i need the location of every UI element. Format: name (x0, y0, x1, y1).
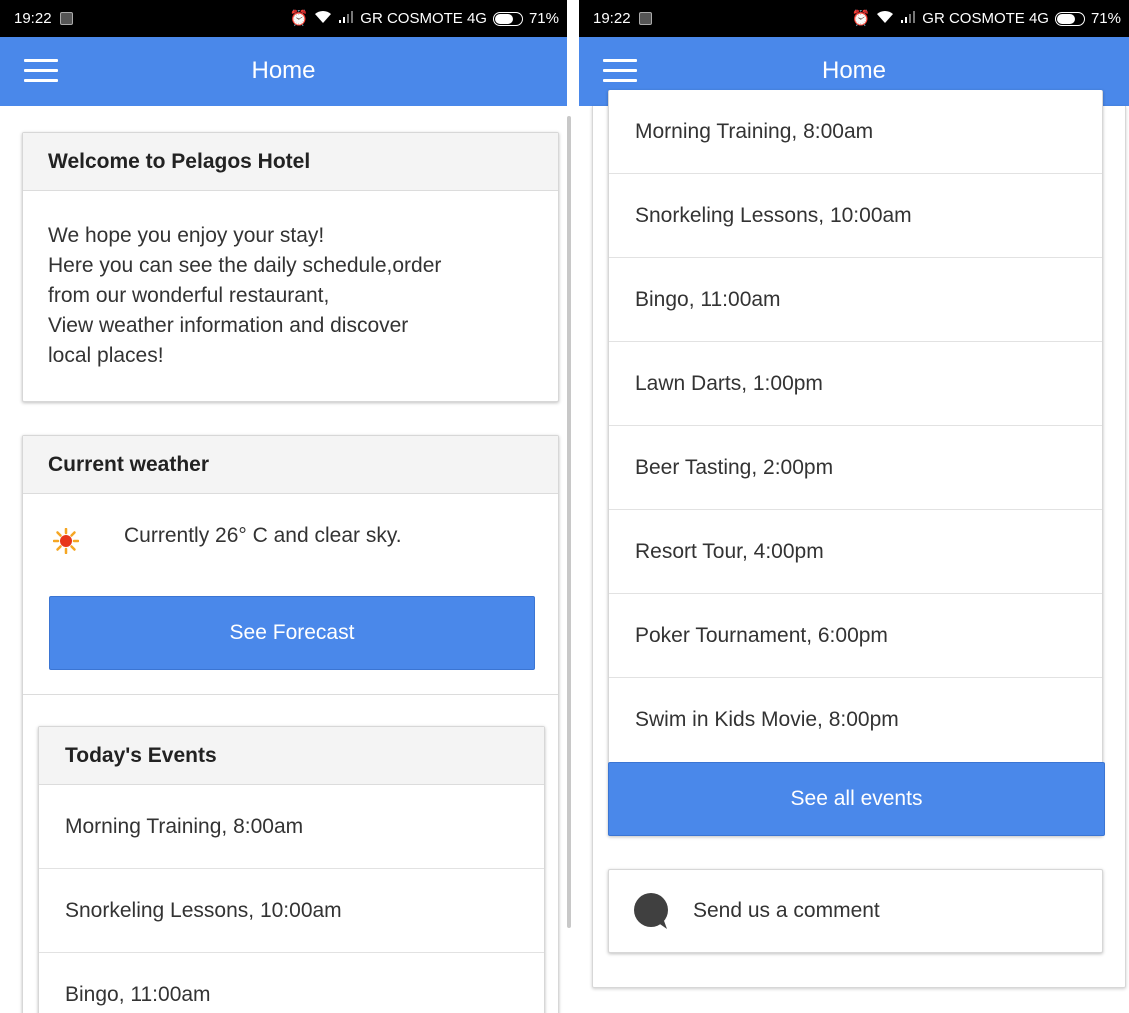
battery-percent: 71% (528, 10, 559, 27)
notification-icon (638, 12, 652, 25)
screen-right: 19:22 ⏰ GR COSMOTE 4G 71% Home Morning T… (579, 0, 1129, 1013)
send-comment-label: Send us a comment (693, 899, 880, 922)
welcome-card-title: Welcome to Pelagos Hotel (23, 133, 558, 191)
sun-icon (52, 527, 80, 559)
battery-fill (494, 13, 514, 24)
comment-card[interactable]: Send us a comment (608, 869, 1103, 953)
notification-icon (59, 12, 73, 25)
event-item[interactable]: Morning Training, 8:00am (609, 90, 1102, 174)
event-item[interactable]: Beer Tasting, 2:00pm (609, 426, 1102, 510)
signal-bars-icon (338, 10, 354, 27)
wifi-icon (314, 10, 332, 27)
wifi-icon (876, 10, 894, 27)
carrier-label: GR COSMOTE 4G (360, 10, 487, 27)
event-item[interactable]: Snorkeling Lessons, 10:00am (609, 174, 1102, 258)
signal-bars-icon (900, 10, 916, 27)
status-bar: 19:22 ⏰ GR COSMOTE 4G 71% (0, 0, 567, 37)
welcome-line: local places! (48, 344, 164, 367)
welcome-line: Here you can see the daily schedule,orde… (48, 254, 442, 277)
event-item[interactable]: Swim in Kids Movie, 8:00pm (609, 678, 1102, 762)
events-card: Today's Events Morning Training, 8:00am … (38, 726, 545, 1013)
alarm-clock-icon: ⏰ (851, 10, 871, 27)
alarm-clock-icon: ⏰ (289, 10, 309, 27)
event-item[interactable]: Bingo, 11:00am (39, 953, 544, 1013)
weather-card-title: Current weather (23, 436, 558, 494)
app-bar-title: Home (251, 57, 316, 84)
status-bar: 19:22 ⏰ GR COSMOTE 4G 71% (579, 0, 1129, 37)
event-item[interactable]: Poker Tournament, 6:00pm (609, 594, 1102, 678)
battery-percent: 71% (1090, 10, 1121, 27)
welcome-card-body: We hope you enjoy your stay! Here you ca… (23, 191, 558, 396)
battery-fill (1056, 13, 1076, 24)
welcome-line: from our wonderful restaurant, (48, 284, 330, 307)
speech-bubble-icon (631, 891, 671, 931)
event-item[interactable]: Morning Training, 8:00am (39, 785, 544, 869)
status-time: 19:22 (593, 10, 631, 27)
carrier-label: GR COSMOTE 4G (922, 10, 1049, 27)
welcome-line: View weather information and discover (48, 314, 409, 337)
event-item[interactable]: Bingo, 11:00am (609, 258, 1102, 342)
app-bar: Home (0, 37, 567, 106)
weather-text: Currently 26° C and clear sky. (124, 524, 402, 547)
events-card-title: Today's Events (39, 727, 544, 785)
see-forecast-button[interactable]: See Forecast (49, 596, 535, 670)
see-all-events-button[interactable]: See all events (608, 762, 1105, 836)
events-card-continuation: Morning Training, 8:00am Snorkeling Less… (608, 90, 1105, 836)
screen-left: 19:22 ⏰ GR COSMOTE 4G 71% Home Welcome t… (0, 0, 567, 1013)
event-item[interactable]: Snorkeling Lessons, 10:00am (39, 869, 544, 953)
weather-card-divider (23, 694, 558, 695)
status-time: 19:22 (14, 10, 52, 27)
battery-icon (492, 11, 523, 26)
app-bar-title: Home (821, 57, 887, 84)
welcome-line: We hope you enjoy your stay! (48, 224, 325, 247)
send-comment-row[interactable]: Send us a comment (609, 870, 1102, 952)
battery-icon (1054, 11, 1085, 26)
event-item[interactable]: Resort Tour, 4:00pm (609, 510, 1102, 594)
scrollbar-track[interactable] (567, 116, 571, 928)
welcome-card: Welcome to Pelagos Hotel We hope you enj… (22, 132, 559, 402)
event-item[interactable]: Lawn Darts, 1:00pm (609, 342, 1102, 426)
